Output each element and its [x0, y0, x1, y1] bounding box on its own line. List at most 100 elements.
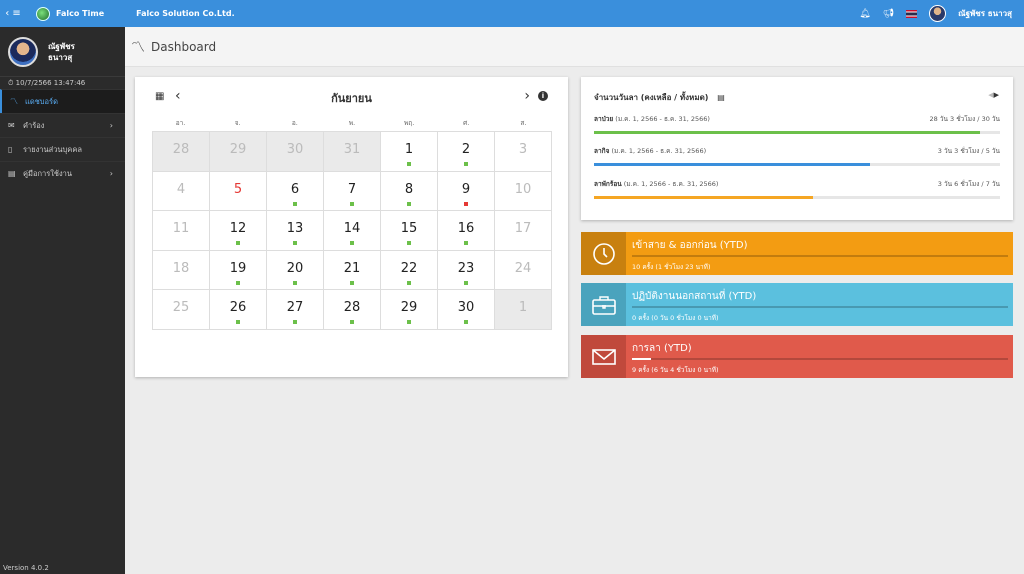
- sidebar: ณัฐพัชร ธนาวสุ ⏱ 10/7/2566 13:47:46 〽 แด…: [0, 27, 125, 574]
- stat-progress-track: [632, 358, 1008, 360]
- calendar-day[interactable]: 16: [438, 211, 495, 251]
- day-number: 2: [461, 142, 471, 157]
- megaphone-icon[interactable]: 📢︎: [883, 9, 894, 19]
- brand[interactable]: Falco Time: [36, 6, 104, 21]
- profile-name-line2: ธนาวสุ: [48, 52, 73, 62]
- falco-logo-icon: [36, 6, 50, 21]
- envelope-icon: [581, 335, 626, 378]
- calendar-day[interactable]: 31: [324, 132, 381, 172]
- user-avatar[interactable]: [929, 5, 947, 22]
- calendar-day[interactable]: 1: [381, 132, 438, 172]
- calendar-day[interactable]: 18: [153, 250, 210, 291]
- stat-late-early[interactable]: เข้าสาย & ออกก่อน (YTD) 10 ครั้ง (1 ชั่ว…: [581, 232, 1013, 275]
- calendar-day[interactable]: 21: [324, 250, 381, 291]
- calendar-card: ▦ ‹ กันยายน › i อา. จ. อ. พ. พฤ. ศ. ส. 28 29 30 3…: [135, 77, 568, 377]
- stat-leave[interactable]: การลา (YTD) 9 ครั้ง (6 วัน 4 ชั่วโมง 0 น…: [581, 335, 1013, 378]
- calendar-day[interactable]: 8: [381, 171, 438, 212]
- day-number: 24: [514, 260, 532, 276]
- attendance-marker: [464, 241, 468, 246]
- calendar-day[interactable]: 6: [267, 171, 324, 212]
- calendar-header: ▦ ‹ กันยายน › i: [135, 87, 568, 107]
- calendar-day[interactable]: 5: [210, 171, 267, 212]
- calendar-day[interactable]: 17: [495, 211, 552, 251]
- stat-offsite-work[interactable]: ปฏิบัติงานนอกสถานที่ (YTD) 0 ครั้ง (0 วั…: [581, 283, 1013, 326]
- calendar-day[interactable]: 29: [381, 290, 438, 330]
- leave-row: ลาพักร้อน (ม.ค. 1, 2566 - ธ.ค. 31, 2566)…: [594, 179, 1000, 199]
- stat-progress-track: [632, 255, 1008, 257]
- calendar-day[interactable]: 29: [210, 132, 267, 172]
- day-number: 17: [514, 221, 532, 237]
- calendar-day[interactable]: 13: [267, 211, 324, 251]
- leave-value: 3 วัน 6 ชั่วโมง / 7 วัน: [937, 180, 1000, 188]
- weekday-label: พ.: [348, 119, 356, 127]
- leave-progress-track: [594, 163, 1000, 166]
- company-name: Falco Solution Co.Ltd.: [136, 9, 235, 18]
- calendar-day[interactable]: 25: [153, 290, 210, 330]
- weekday-label: อ.: [291, 119, 298, 127]
- sidebar-item-personal-report[interactable]: ▯ รายงานส่วนบุคคล: [0, 137, 125, 161]
- leave-progress-fill: [594, 163, 871, 166]
- day-number: 30: [286, 142, 304, 157]
- attendance-marker: [464, 280, 468, 285]
- day-number: 12: [229, 221, 247, 237]
- calendar-day[interactable]: 28: [153, 132, 210, 172]
- calendar-day[interactable]: 20: [267, 250, 324, 291]
- menu-toggle-button[interactable]: ‹ ≡: [0, 0, 26, 27]
- day-number: 10: [514, 181, 532, 197]
- thai-flag-icon[interactable]: [906, 9, 918, 18]
- calendar-month: กันยายน: [331, 92, 372, 105]
- leave-period: (ม.ค. 1, 2566 - ธ.ค. 31, 2566): [611, 147, 707, 155]
- calendar-day[interactable]: 30: [267, 132, 324, 172]
- day-number: 28: [343, 300, 361, 316]
- calendar-day[interactable]: 1: [495, 290, 552, 330]
- calendar-day[interactable]: 23: [438, 250, 495, 291]
- calendar-day[interactable]: 4: [153, 171, 210, 212]
- attendance-marker: [293, 241, 297, 246]
- calendar-day[interactable]: 15: [381, 211, 438, 251]
- calendar-day[interactable]: 10: [495, 171, 552, 212]
- table-icon[interactable]: ▤: [717, 93, 725, 102]
- day-number: 3: [518, 142, 528, 157]
- profile-name-line1: ณัฐพัชร: [48, 41, 75, 51]
- calendar-day[interactable]: 26: [210, 290, 267, 330]
- attendance-marker: [407, 201, 411, 206]
- sidebar-item-label: รายงานส่วนบุคคล: [23, 144, 82, 154]
- calendar-day[interactable]: 14: [324, 211, 381, 251]
- user-name[interactable]: ณัฐพัชร ธนาวสุ: [958, 7, 1012, 20]
- day-number: 1: [518, 300, 528, 316]
- calendar-day[interactable]: 7: [324, 171, 381, 212]
- day-number: 22: [400, 260, 418, 276]
- leave-progress-fill: [594, 131, 980, 134]
- stat-title: การลา (YTD): [632, 343, 692, 354]
- leave-progress-track: [594, 196, 1000, 199]
- attendance-marker: [407, 162, 411, 166]
- day-number: 6: [290, 181, 300, 197]
- calendar-day[interactable]: 11: [153, 211, 210, 251]
- sidebar-item-dashboard[interactable]: 〽 แดชบอร์ด: [0, 89, 125, 113]
- briefcase-icon: [581, 283, 626, 326]
- calendar-day[interactable]: 19: [210, 250, 267, 291]
- leave-row: ลากิจ (ม.ค. 1, 2566 - ธ.ค. 31, 2566) 3 วั…: [594, 146, 1000, 166]
- next-month-button[interactable]: ›: [524, 88, 530, 104]
- calendar-day[interactable]: 27: [267, 290, 324, 330]
- day-number: 1: [404, 142, 414, 157]
- next-arrow-icon[interactable]: ▶: [994, 91, 999, 99]
- calendar-day[interactable]: 28: [324, 290, 381, 330]
- page-header: 〽 Dashboard: [125, 27, 1024, 67]
- calendar-day[interactable]: 30: [438, 290, 495, 330]
- sidebar-item-manual[interactable]: ▤ คู่มือการใช้งาน ›: [0, 161, 125, 185]
- calendar-day[interactable]: 24: [495, 250, 552, 291]
- calendar-day[interactable]: 3: [495, 132, 552, 172]
- calendar-day[interactable]: 22: [381, 250, 438, 291]
- page-title: Dashboard: [151, 39, 217, 54]
- calendar-day[interactable]: 12: [210, 211, 267, 251]
- day-number: 21: [343, 260, 361, 276]
- weekday-label: พฤ.: [403, 119, 415, 127]
- sidebar-item-requests[interactable]: ✉ คำร้อง ›: [0, 113, 125, 137]
- attendance-marker: [407, 320, 411, 325]
- calendar-day[interactable]: 2: [438, 132, 495, 172]
- info-icon[interactable]: i: [538, 91, 548, 101]
- bell-icon[interactable]: 🔔︎: [859, 9, 870, 19]
- attendance-marker: [293, 320, 297, 325]
- calendar-day[interactable]: 9: [438, 171, 495, 212]
